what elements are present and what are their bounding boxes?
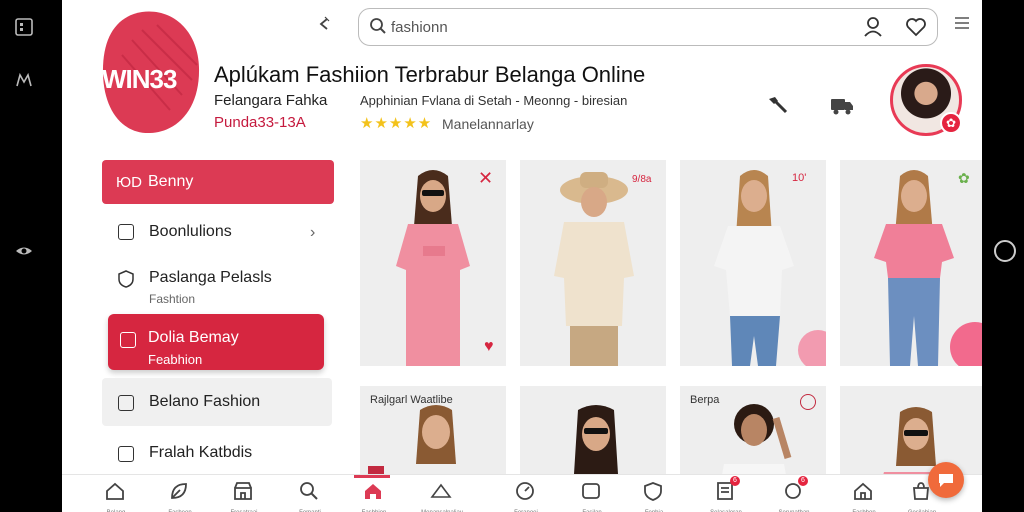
house-outline-icon [854, 482, 872, 500]
truck-icon[interactable] [828, 94, 854, 116]
product-card[interactable]: Rajlgarl Waatlibe [360, 386, 506, 486]
profile-icon[interactable] [863, 16, 883, 38]
rating-stars: ★★★★★ [360, 115, 433, 132]
sidebar-item-boonlulions[interactable]: Boonlulions › [102, 210, 334, 254]
logo-text: WIN33 [102, 64, 177, 94]
recent-apps-icon[interactable] [14, 18, 34, 38]
bag-icon [913, 482, 929, 500]
search-icon [300, 482, 318, 500]
system-bar-left [0, 0, 60, 512]
avatar-badge-icon: ✿ [940, 112, 962, 134]
sidebar-item-label: Fralah Katbdis [149, 444, 253, 461]
nav-item-bag[interactable]: Gesilahian [908, 480, 936, 512]
sidebar-item-label: Dolia Bemay [148, 329, 239, 346]
nav-badge: 6 [730, 476, 740, 486]
sidebar-item-sublabel: Feabhion [148, 352, 203, 367]
hanger-icon [430, 483, 452, 498]
store-name: Felangara Fahka [214, 92, 328, 109]
back-icon[interactable] [316, 16, 332, 37]
product-card[interactable]: Berpa [680, 386, 826, 486]
nav-active-indicator [354, 475, 390, 478]
product-card[interactable]: 10' [680, 160, 826, 366]
system-bar-right [982, 0, 1024, 512]
sidebar-item-belano[interactable]: Belano Fashion [102, 378, 332, 426]
nav-item-receipt[interactable]: Selasaleran6 [710, 476, 742, 512]
product-card[interactable] [520, 386, 666, 486]
tagline: Apphinian Fvlana di Setah - Meonng - bir… [360, 93, 628, 108]
nav-item-shield[interactable]: Fenbia [642, 480, 666, 512]
sidebar-item-icon: ЮD [116, 174, 142, 191]
assistant-icon[interactable] [14, 72, 34, 92]
product-card[interactable]: ✿ [840, 160, 982, 366]
store-icon [234, 482, 252, 500]
shield-icon [644, 482, 662, 501]
device-frame: WIN33 Aplúkam Fashiion Terbrabur Belanga… [0, 0, 1024, 512]
search-icon[interactable] [369, 17, 387, 35]
nav-item-leaf[interactable]: Fasheon [168, 480, 192, 512]
sidebar-item-benny[interactable]: ЮD Benny [102, 160, 334, 204]
sidebar-item-label: Paslanga Pelasls [149, 269, 272, 286]
nav-item-hanger[interactable]: Menansalnaliay [421, 480, 463, 512]
model-image [554, 172, 634, 366]
sidebar-item-dolia[interactable]: Dolia Bemay Feabhion [108, 314, 324, 370]
shield-icon [118, 270, 134, 288]
card-icon [120, 332, 136, 348]
sidebar-item-paslanga[interactable]: Paslanga Pelasls Fashtion [102, 256, 334, 310]
nav-item-home-filled[interactable]: Fasbhion [362, 480, 386, 512]
hammer-icon[interactable] [766, 94, 790, 116]
home-button-icon[interactable] [994, 240, 1016, 262]
chat-bubble-icon [939, 474, 953, 487]
model-image [714, 170, 794, 366]
page-title: Aplúkam Fashiion Terbrabur Belanga Onlin… [214, 62, 646, 87]
model-image [396, 170, 470, 366]
sidebar-item-fralah[interactable]: Fralah Katbdis [102, 428, 334, 472]
model-image [874, 170, 954, 366]
store-code: Punda33-13A [214, 114, 306, 131]
box-icon [118, 446, 134, 462]
app-window: WIN33 Aplúkam Fashiion Terbrabur Belanga… [62, 0, 982, 512]
nav-item-message[interactable]: Fasilan [580, 480, 604, 512]
wallet-icon [118, 395, 134, 411]
nav-item-house-outline[interactable]: Fasbhon [852, 480, 876, 512]
nav-item-store[interactable]: Fresatraai [230, 480, 258, 512]
heart-sticker-icon: ♥ [484, 338, 494, 355]
checkbox-icon [118, 224, 134, 240]
heart-icon[interactable] [905, 17, 927, 37]
sidebar-item-label: Boonlulions [149, 223, 232, 240]
dial-icon [516, 482, 534, 500]
sidebar-item-label: Benny [148, 173, 194, 190]
leaf-icon [171, 483, 187, 499]
nav-item-home[interactable]: Belang [104, 480, 128, 512]
nav-item-chat[interactable]: Serunatban6 [778, 476, 810, 512]
nav-badge: 6 [798, 476, 808, 486]
chevron-right-icon: › [310, 224, 316, 241]
close-icon[interactable]: ✕ [478, 168, 493, 189]
menu-icon[interactable] [954, 16, 970, 30]
model-image [720, 404, 792, 486]
message-icon [582, 483, 600, 499]
home-icon [106, 482, 124, 500]
search-bar[interactable] [358, 8, 938, 46]
sidebar-item-sublabel: Fashtion [149, 292, 196, 306]
sidebar-item-label: Belano Fashion [149, 393, 261, 410]
product-card[interactable]: 9/8a [520, 160, 666, 366]
nav-item-dial[interactable]: Feranoei [514, 480, 538, 512]
product-card[interactable]: ✕ ♥ [360, 160, 506, 366]
home-filled-icon [365, 484, 381, 499]
nav-item-search[interactable]: Femanti [298, 480, 322, 512]
eye-icon[interactable] [14, 244, 34, 264]
search-input[interactable] [391, 17, 851, 37]
reviews-text[interactable]: Manelannarlay [442, 116, 534, 132]
